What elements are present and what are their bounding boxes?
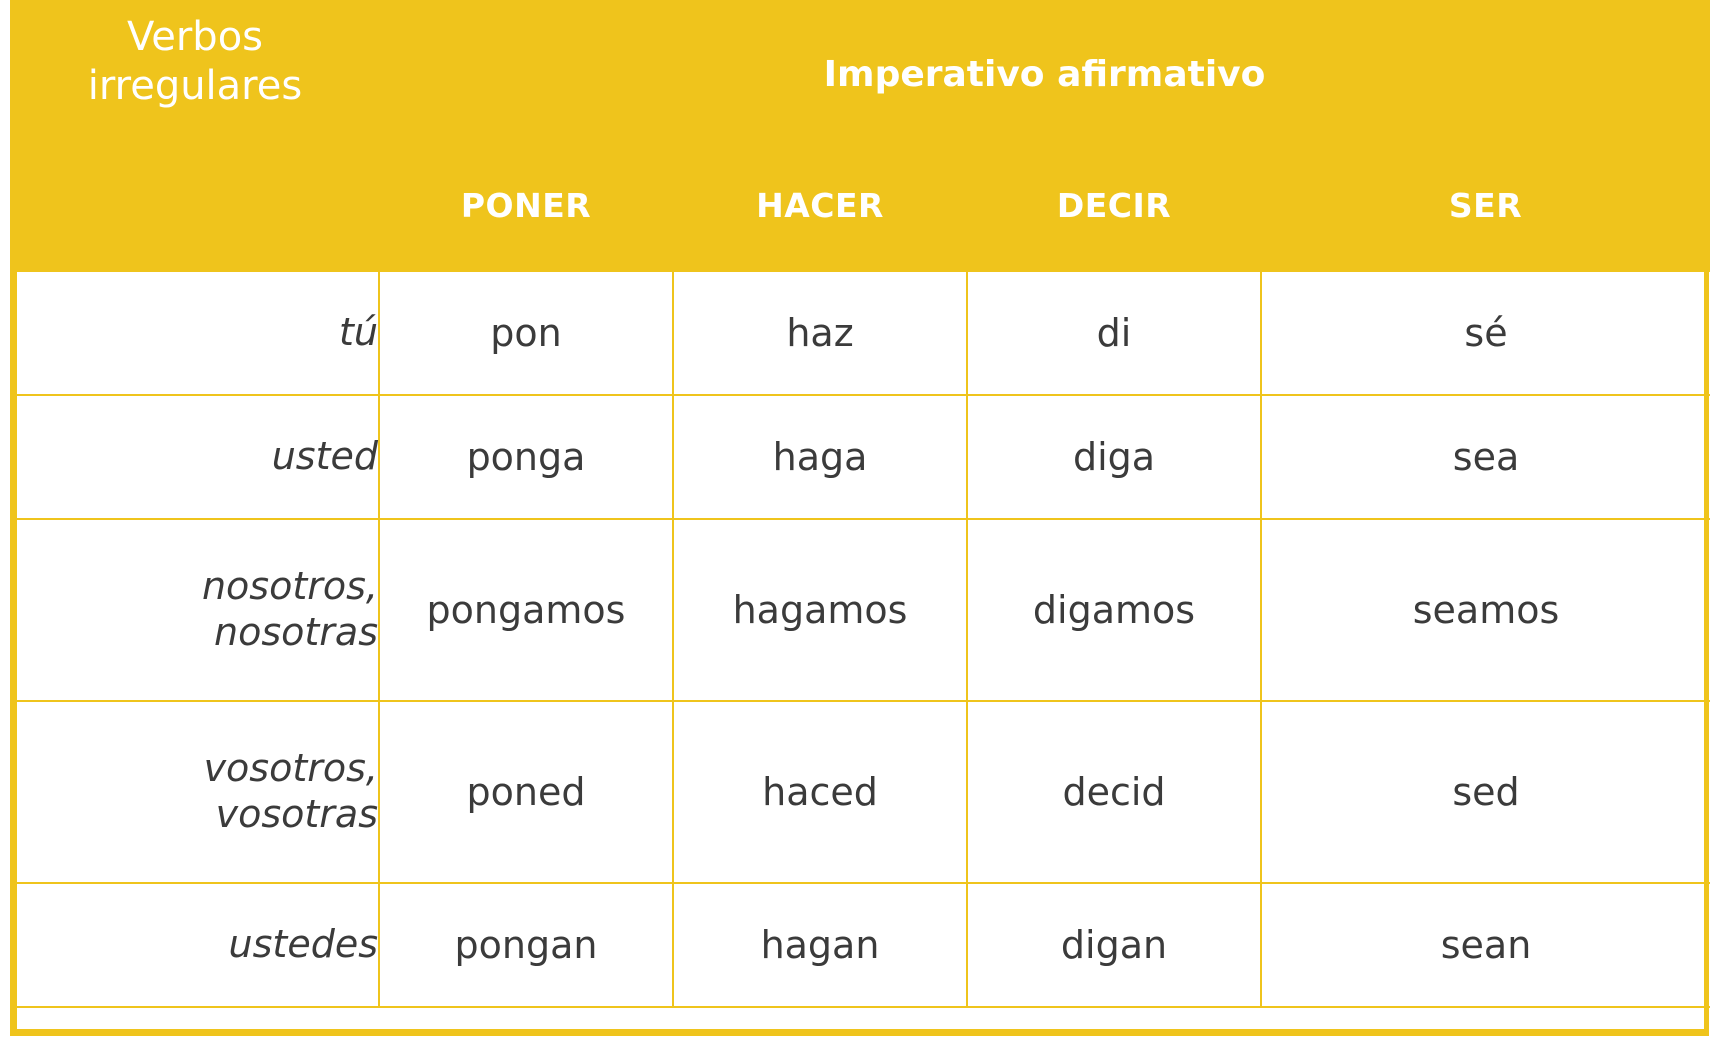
pronoun-line-2: nosotras (214, 610, 378, 654)
pronoun-label-usted: usted (10, 394, 380, 520)
pronoun-line-1: vosotros, (203, 746, 378, 791)
table-row: usted ponga haga diga sea (10, 394, 1711, 520)
pronoun-line-2: vosotras (215, 792, 378, 836)
verb-header-label-decir: DECIR (1056, 186, 1172, 225)
verbos-irregulares-line-2: irregulares (87, 63, 303, 109)
conjugation-cell: sea (1259, 394, 1711, 520)
conjugation-cell: sean (1259, 882, 1711, 1008)
verb-header-label-hacer: HACER (756, 186, 884, 225)
conjugation-cell: hagamos (672, 518, 968, 702)
pronoun-label-nosotros: nosotros, nosotras (10, 518, 380, 702)
table-row: nosotros, nosotras pongamos hagamos diga… (10, 518, 1711, 702)
conjugation-cell: haz (672, 270, 968, 396)
verb-header-label-ser: SER (1448, 186, 1523, 225)
conjugation-cell: pongamos (378, 518, 674, 702)
imperative-conjugation-table: Verbos irregulares Imperativo afirmativo… (10, 0, 1711, 1008)
pronoun-line-1: nosotros, (201, 564, 378, 609)
pronoun-line-1: tú (339, 310, 378, 355)
conjugation-cell: haced (672, 700, 968, 884)
pronoun-line-1: ustedes (228, 922, 378, 967)
conjugation-cell: digan (966, 882, 1262, 1008)
imperativo-afirmativo-header-cell: Imperativo afirmativo (379, 0, 1711, 180)
conjugation-cell: sed (1259, 700, 1711, 884)
conjugation-cell: hagan (672, 882, 968, 1008)
table-header: Verbos irregulares Imperativo afirmativo… (11, 0, 1711, 271)
verb-header-poner: PONER (379, 180, 673, 271)
pronoun-line-1: usted (271, 434, 378, 479)
conjugation-cell: haga (672, 394, 968, 520)
pronoun-label-vosotros: vosotros, vosotras (10, 700, 380, 884)
conjugation-cell: poned (378, 700, 674, 884)
conjugation-cell: digamos (966, 518, 1262, 702)
verb-conjugation-sheet: Verbos irregulares Imperativo afirmativo… (0, 0, 1723, 1046)
conjugation-cell: di (966, 270, 1262, 396)
table-row: vosotros, vosotras poned haced decid sed (10, 700, 1711, 884)
verbos-irregulares-line-1: Verbos (126, 14, 263, 61)
table-row: ustedes pongan hagan digan sean (10, 882, 1711, 1008)
verb-name-header-row: PONER HACER DECIR SER (11, 180, 1711, 271)
conjugation-cell: seamos (1259, 518, 1711, 702)
verbos-irregulares-label: Verbos irregulares (11, 13, 379, 111)
conjugation-cell: ponga (378, 394, 674, 520)
verb-header-decir: DECIR (967, 180, 1261, 271)
verb-header-ser: SER (1261, 180, 1711, 271)
verb-header-hacer: HACER (673, 180, 967, 271)
conjugation-cell: diga (966, 394, 1262, 520)
pronoun-label-ustedes: ustedes (10, 882, 380, 1008)
verb-header-label-poner: PONER (460, 186, 592, 225)
pronoun-label-tu: tú (10, 270, 380, 396)
header-title-row: Verbos irregulares Imperativo afirmativo (11, 0, 1711, 180)
conjugation-cell: pon (378, 270, 674, 396)
imperativo-afirmativo-label: Imperativo afirmativo (823, 53, 1266, 95)
conjugation-cell: sé (1259, 270, 1711, 396)
verbos-irregulares-header-cell: Verbos irregulares (11, 0, 379, 180)
table-body: tú pon haz di sé usted ponga haga diga s… (10, 270, 1711, 1008)
conjugation-cell: decid (966, 700, 1262, 884)
table-row: tú pon haz di sé (10, 270, 1711, 396)
conjugation-cell: pongan (378, 882, 674, 1008)
verb-header-spacer-cell (11, 180, 379, 271)
